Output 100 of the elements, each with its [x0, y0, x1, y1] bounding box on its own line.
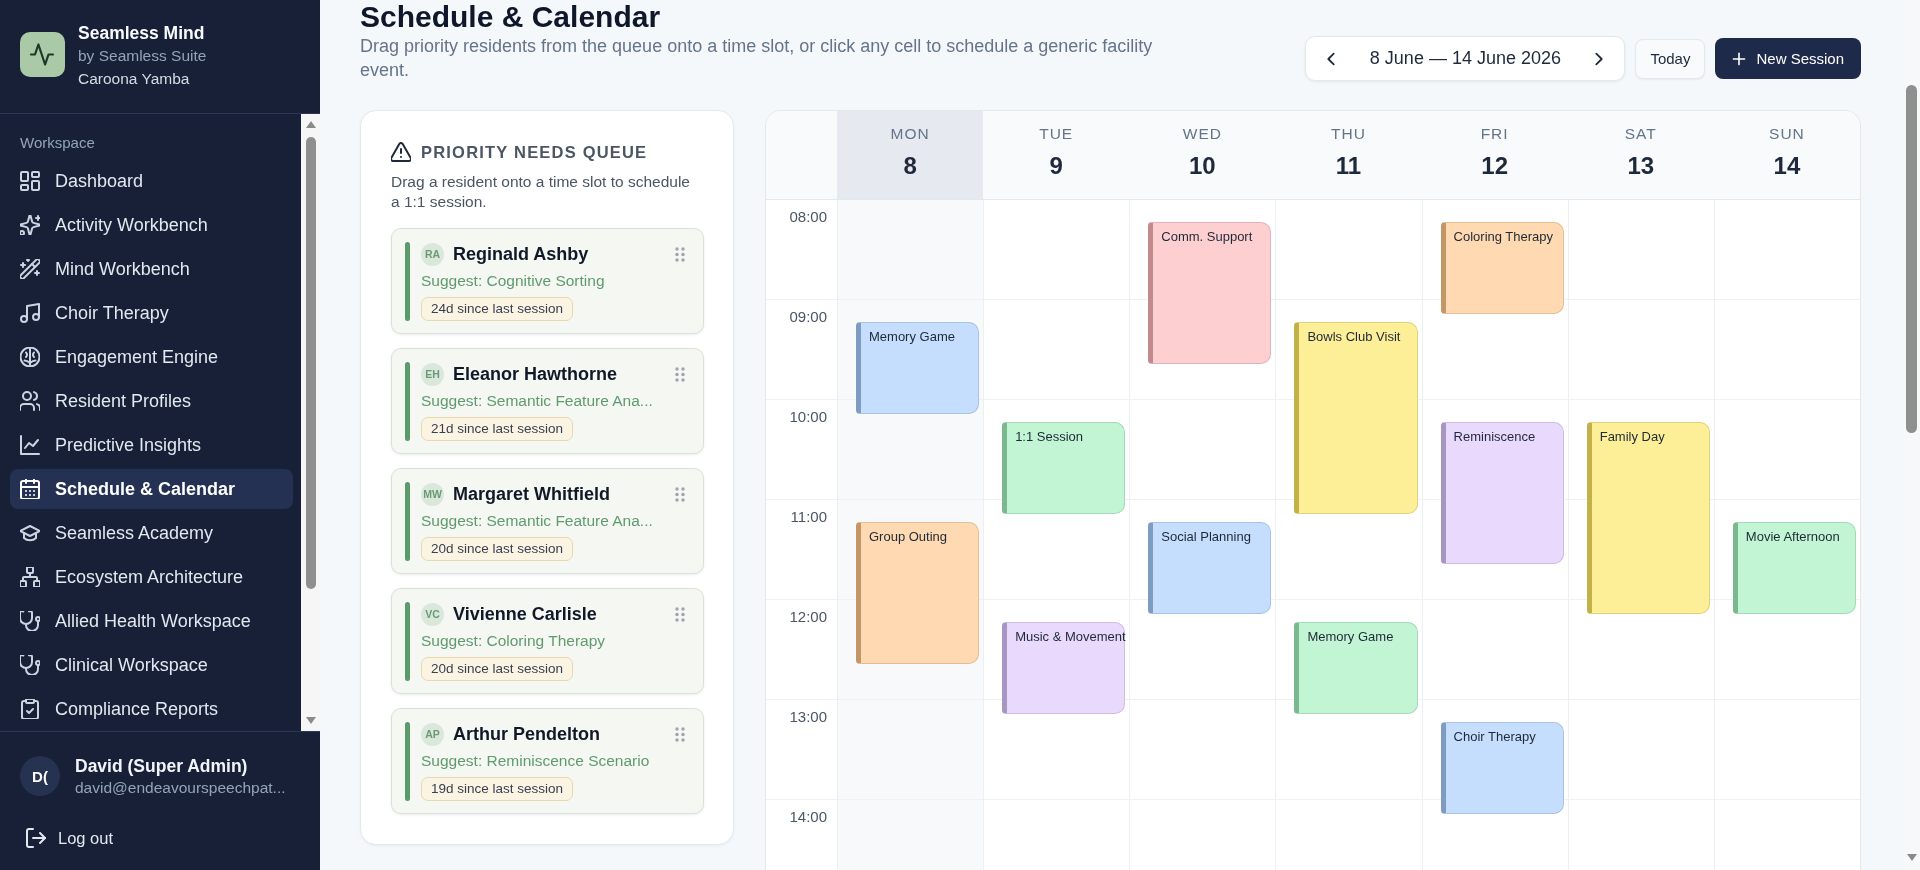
initials-avatar: EH: [421, 362, 444, 386]
calendar-event[interactable]: Coloring Therapy: [1440, 222, 1564, 314]
stethoscope-icon: [20, 611, 40, 631]
dashboard-icon: [20, 171, 40, 191]
calendar-event[interactable]: Bowls Club Visit: [1294, 322, 1418, 514]
date-number: 10: [1189, 152, 1216, 180]
new-session-button[interactable]: New Session: [1715, 38, 1861, 79]
initials-avatar: VC: [421, 602, 444, 626]
graduation-cap-icon: [20, 523, 40, 543]
magic-wand-icon: [20, 259, 40, 279]
brain-icon: [20, 347, 40, 367]
suggestion-text: Suggest: Reminiscence Scenario: [421, 751, 650, 771]
resident-card[interactable]: VC Vivienne Carlisle Suggest: Coloring Therapy 20d since last session: [391, 588, 704, 694]
time-label: 14:00: [789, 807, 827, 827]
nav-item[interactable]: Allied Health Workspace: [10, 601, 293, 641]
date-number: 8: [903, 152, 917, 180]
initials-avatar: MW: [421, 482, 444, 506]
suggestion-text: Suggest: Coloring Therapy: [421, 631, 606, 651]
scrollbar-thumb[interactable]: [305, 137, 316, 589]
calendar-event[interactable]: Reminiscence: [1440, 422, 1564, 564]
nav-item[interactable]: Engagement Engine: [10, 337, 293, 377]
initials-avatar: AP: [421, 722, 444, 746]
warning-icon: [391, 142, 411, 162]
nav-item[interactable]: Activity Workbench: [10, 205, 293, 245]
weekday-label: SUN: [1769, 124, 1805, 144]
calendar-event[interactable]: Music & Movement: [1002, 622, 1126, 714]
calendar-event[interactable]: Group Outing: [856, 522, 980, 664]
date-number: 11: [1335, 152, 1362, 180]
days-since-badge: 20d since last session: [421, 657, 574, 681]
nav-item[interactable]: Choir Therapy: [10, 293, 293, 333]
initials-avatar: RA: [421, 242, 444, 266]
days-since-badge: 19d since last session: [421, 777, 574, 801]
days-since-badge: 24d since last session: [421, 297, 574, 321]
calendar-event[interactable]: Family Day: [1586, 422, 1710, 614]
calendar-event[interactable]: Movie Afternoon: [1732, 522, 1856, 614]
resident-card[interactable]: EH Eleanor Hawthorne Suggest: Semantic Feature Ana... 21d since last session: [391, 348, 704, 454]
nav-item[interactable]: Seamless Academy: [10, 513, 293, 553]
nav-item[interactable]: Ecosystem Architecture: [10, 557, 293, 597]
drag-handle-icon[interactable]: [675, 246, 685, 262]
nav-item[interactable]: Predictive Insights: [10, 425, 293, 465]
app-tagline: by Seamless Suite: [78, 46, 207, 66]
weekday-label: TUE: [1039, 124, 1074, 144]
section-label: Workspace: [19, 133, 96, 153]
stethoscope-icon: [20, 655, 40, 675]
scroll-up-arrow-icon[interactable]: [305, 121, 316, 128]
scroll-down-arrow-icon[interactable]: [1906, 854, 1917, 861]
logout-icon: [26, 828, 46, 848]
nav-item[interactable]: Compliance Reports: [10, 689, 293, 729]
calendar-event[interactable]: Memory Game: [1294, 622, 1418, 714]
drag-handle-icon[interactable]: [675, 726, 685, 742]
nav-item[interactable]: Mind Workbench: [10, 249, 293, 289]
scrollbar-thumb[interactable]: [1906, 85, 1917, 433]
app-name: Seamless Mind: [78, 22, 206, 45]
page-subtitle: Drag priority residents from the queue onto a time slot, or click any cell to schedule a generic facility event.: [360, 35, 1154, 82]
calendar-icon: [20, 479, 40, 499]
date-range-label: 8 June — 14 June 2026: [1369, 48, 1561, 69]
date-number: 9: [1049, 152, 1063, 180]
suggestion-text: Suggest: Semantic Feature Ana...: [421, 511, 653, 531]
resident-card[interactable]: MW Margaret Whitfield Suggest: Semantic Feature Ana... 20d since last session: [391, 468, 704, 574]
calendar-event[interactable]: 1:1 Session: [1002, 422, 1126, 514]
date-number: 14: [1773, 152, 1801, 180]
calendar-event[interactable]: Social Planning: [1148, 522, 1272, 614]
nav-item[interactable]: Dashboard: [10, 161, 293, 201]
calendar-event[interactable]: Comm. Support: [1148, 222, 1272, 364]
resident-name: Arthur Pendelton: [453, 723, 601, 745]
nav-item[interactable]: Resident Profiles: [10, 381, 293, 421]
resident-card[interactable]: RA Reginald Ashby Suggest: Cognitive Sorting 24d since last session: [391, 228, 704, 334]
drag-handle-icon[interactable]: [675, 486, 685, 502]
weekday-label: MON: [890, 124, 930, 144]
nav-item[interactable]: Schedule & Calendar: [10, 469, 293, 509]
time-label: 10:00: [789, 407, 827, 427]
drag-handle-icon[interactable]: [675, 366, 685, 382]
calendar-event[interactable]: Memory Game: [856, 322, 980, 414]
resident-card[interactable]: AP Arthur Pendelton Suggest: Reminiscence Scenario 19d since last session: [391, 708, 704, 814]
logout-link[interactable]: Log out: [26, 826, 114, 850]
date-number: 12: [1481, 152, 1508, 180]
hierarchy-icon: [20, 567, 40, 587]
calendar-event[interactable]: Choir Therapy: [1440, 722, 1564, 814]
sparkles-icon: [20, 215, 40, 235]
organisation-name: Caroona Yamba: [78, 69, 191, 89]
suggestion-text: Suggest: Cognitive Sorting: [421, 271, 605, 291]
drag-handle-icon[interactable]: [675, 606, 685, 622]
music-note-icon: [20, 303, 40, 323]
suggestion-text: Suggest: Semantic Feature Ana...: [421, 391, 653, 411]
time-label: 11:00: [790, 507, 827, 527]
plus-icon: [1731, 50, 1748, 67]
queue-description: Drag a resident onto a time slot to schedule a 1:1 session.: [391, 172, 691, 212]
today-button[interactable]: Today: [1635, 38, 1706, 79]
resident-name: Margaret Whitfield: [453, 483, 611, 505]
pulse-logo-icon: [20, 32, 65, 77]
scroll-down-arrow-icon[interactable]: [305, 717, 316, 724]
nav-item[interactable]: Clinical Workspace: [10, 645, 293, 685]
time-label: 09:00: [789, 307, 827, 327]
weekday-label: WED: [1182, 124, 1222, 144]
user-email: david@endeavourspeechpat...: [75, 777, 286, 798]
days-since-badge: 20d since last session: [421, 537, 574, 561]
weekday-label: SAT: [1624, 124, 1657, 144]
line-chart-icon: [20, 435, 40, 455]
days-since-badge: 21d since last session: [421, 417, 574, 441]
time-label: 13:00: [789, 707, 827, 727]
